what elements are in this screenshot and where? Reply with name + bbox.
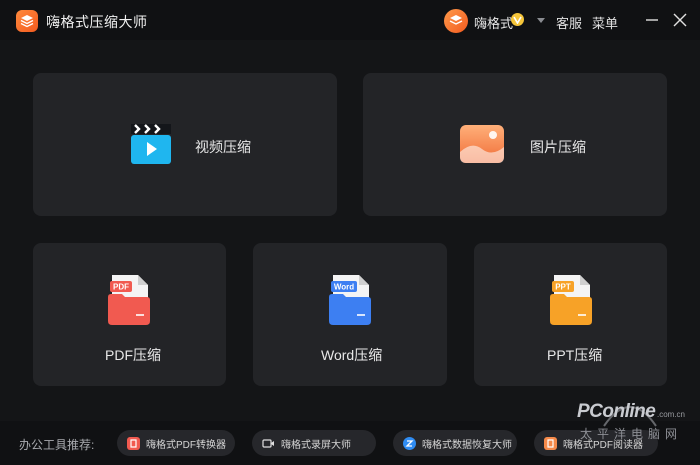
watermark-chinese: 太平洋电脑网 (580, 427, 683, 441)
ppt-file-icon: PPT (550, 275, 592, 325)
pdf-converter-icon (127, 436, 140, 450)
word-file-icon: Word (329, 275, 371, 325)
tool-screen-recorder[interactable]: 嗨格式录屏大师 (252, 430, 376, 456)
word-badge: Word (334, 283, 354, 292)
image-icon (460, 125, 504, 163)
recommend-label: 办公工具推荐: (19, 438, 95, 452)
vip-badge-icon (511, 13, 524, 26)
tool-data-recovery[interactable]: 嗨格式数据恢复大师 (393, 430, 517, 456)
video-compress-label: 视频压缩 (195, 139, 251, 155)
app-title: 嗨格式压缩大师 (46, 14, 148, 30)
tool-pdf-converter[interactable]: 嗨格式PDF转换器 (117, 430, 235, 456)
pdf-badge: PDF (113, 283, 129, 292)
pdf-compress-card[interactable]: PDF PDF压缩 (33, 243, 226, 386)
ppt-compress-label: PPT压缩 (547, 347, 603, 363)
chevron-down-icon[interactable] (537, 18, 545, 23)
pdf-file-icon: PDF (108, 275, 150, 325)
word-compress-card[interactable]: Word Word压缩 (253, 243, 447, 386)
image-compress-label: 图片压缩 (530, 139, 586, 155)
support-link[interactable]: 客服 (556, 13, 582, 32)
pdf-compress-label: PDF压缩 (105, 347, 161, 363)
tool-label: 嗨格式录屏大师 (281, 439, 351, 451)
tool-label: 嗨格式PDF转换器 (146, 439, 226, 451)
minimize-button[interactable] (642, 10, 662, 30)
user-name[interactable]: 嗨格式 (474, 13, 513, 32)
close-icon (673, 13, 687, 27)
image-compress-card[interactable]: 图片压缩 (363, 73, 667, 216)
ppt-badge: PPT (555, 283, 571, 292)
pdf-reader-icon (544, 436, 557, 450)
ppt-compress-card[interactable]: PPT PPT压缩 (474, 243, 667, 386)
pconline-watermark: PConline .com.cn 太平洋电脑网 (560, 398, 700, 460)
watermark-domain: .com.cn (657, 410, 686, 419)
video-compress-card[interactable]: 视频压缩 (33, 73, 337, 216)
user-avatar[interactable] (444, 9, 468, 33)
watermark-brand: PConline (577, 401, 656, 422)
title-bar: 嗨格式压缩大师 嗨格式 客服 菜单 (0, 0, 700, 40)
video-icon (129, 124, 173, 164)
close-button[interactable] (670, 10, 690, 30)
word-compress-label: Word压缩 (321, 347, 383, 363)
menu-link[interactable]: 菜单 (592, 13, 618, 32)
tool-label: 嗨格式数据恢复大师 (422, 439, 512, 451)
app-logo-icon (16, 10, 38, 32)
minimize-icon (646, 19, 658, 21)
video-camera-icon (262, 437, 275, 450)
data-recovery-icon (403, 436, 416, 450)
